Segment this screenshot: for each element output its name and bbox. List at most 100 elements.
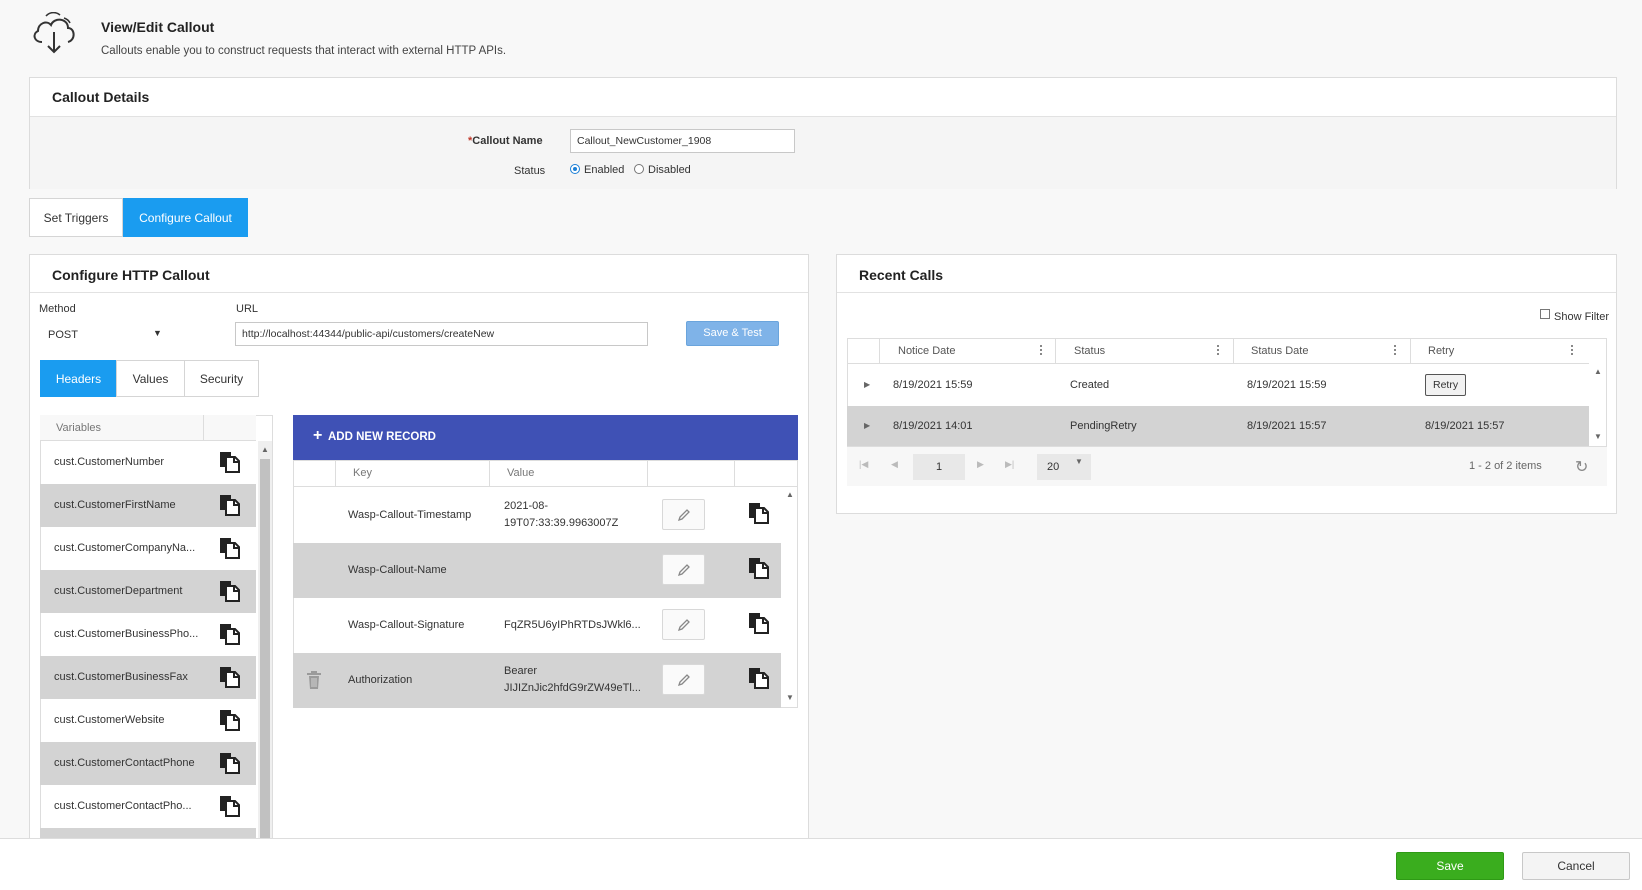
- call-row[interactable]: ▶ 8/19/2021 14:01 PendingRetry 8/19/2021…: [847, 406, 1589, 446]
- plus-icon: +: [313, 427, 323, 444]
- scroll-up-icon: ▲: [261, 445, 269, 454]
- edit-button[interactable]: [662, 554, 705, 585]
- copy-icon[interactable]: [218, 752, 240, 774]
- records-header: Key Value: [293, 460, 798, 487]
- edit-button[interactable]: [662, 609, 705, 640]
- column-menu-icon[interactable]: [1040, 345, 1043, 357]
- scroll-down-icon: ▼: [1594, 432, 1602, 441]
- call-row[interactable]: ▶ 8/19/2021 15:59 Created 8/19/2021 15:5…: [847, 365, 1589, 405]
- tab-security[interactable]: Security: [184, 360, 259, 397]
- variables-scrollbar[interactable]: ▲: [258, 441, 272, 839]
- column-divider: [335, 460, 336, 487]
- notice-date: 8/19/2021 15:59: [893, 379, 973, 391]
- last-page-icon[interactable]: ▶|: [1005, 459, 1014, 470]
- page-size-select[interactable]: 20 ▼: [1037, 454, 1091, 480]
- retry-date: 8/19/2021 15:57: [1425, 420, 1505, 432]
- next-page-icon[interactable]: ▶: [977, 459, 984, 470]
- variables-header: Variables: [40, 415, 256, 441]
- record-value: FqZR5U6yIPhRTDsJWkl6...: [504, 619, 641, 631]
- method-select[interactable]: POST ▼: [39, 322, 169, 346]
- column-divider: [203, 415, 204, 441]
- copy-icon[interactable]: [218, 709, 240, 731]
- status-date-column-header[interactable]: Status Date: [1251, 338, 1308, 364]
- pager: |◀ ◀ 1 ▶ ▶| 20 ▼ 1 - 2 of 2 items ↻: [847, 446, 1607, 486]
- status-disabled-label[interactable]: Disabled: [648, 164, 691, 176]
- retry-button[interactable]: Retry: [1425, 374, 1467, 396]
- expand-row-icon[interactable]: ▶: [864, 365, 870, 405]
- edit-button[interactable]: [662, 664, 705, 695]
- trash-icon[interactable]: [306, 670, 322, 693]
- copy-icon[interactable]: [218, 580, 240, 602]
- record-row[interactable]: Wasp-Callout-Name: [293, 543, 781, 598]
- notice-date: 8/19/2021 14:01: [893, 420, 973, 432]
- callout-details-body: [30, 116, 1616, 189]
- record-value: Bearer: [504, 665, 538, 677]
- tab-configure-callout[interactable]: Configure Callout: [123, 198, 248, 237]
- page-title: View/Edit Callout: [101, 19, 215, 35]
- tab-headers[interactable]: Headers: [40, 360, 117, 397]
- column-menu-icon[interactable]: [1217, 345, 1220, 357]
- status-date: 8/19/2021 15:57: [1247, 420, 1327, 432]
- callout-name-label-text: Callout Name: [472, 135, 543, 147]
- copy-icon[interactable]: [747, 557, 769, 579]
- pencil-icon: [677, 619, 690, 632]
- variable-label: cust.CustomerBusinessFax: [54, 671, 188, 683]
- panel-divider: [837, 292, 1616, 293]
- column-divider: [734, 460, 735, 487]
- copy-icon[interactable]: [747, 667, 769, 689]
- copy-icon[interactable]: [218, 537, 240, 559]
- record-row[interactable]: Wasp-Callout-Timestamp 2021-08- 19T07:33…: [293, 488, 781, 543]
- copy-icon[interactable]: [747, 502, 769, 524]
- tab-values[interactable]: Values: [116, 360, 185, 397]
- scrollbar-thumb[interactable]: [260, 459, 270, 839]
- current-page[interactable]: 1: [913, 454, 965, 480]
- copy-icon[interactable]: [218, 666, 240, 688]
- column-divider: [1410, 338, 1411, 364]
- chevron-down-icon: ▼: [153, 328, 162, 338]
- page-size-value: 20: [1047, 461, 1060, 473]
- column-menu-icon[interactable]: [1571, 345, 1574, 357]
- add-new-record-button[interactable]: + ADD NEW RECORD: [293, 415, 798, 460]
- records-scrollbar[interactable]: ▲ ▼: [783, 488, 797, 707]
- pencil-icon: [677, 674, 690, 687]
- url-label: URL: [236, 303, 259, 315]
- recent-calls-scrollbar[interactable]: ▲ ▼: [1591, 365, 1606, 446]
- status-label: Status: [514, 165, 546, 177]
- copy-icon[interactable]: [218, 795, 240, 817]
- show-filter-label[interactable]: Show Filter: [1554, 311, 1609, 323]
- status-enabled-label[interactable]: Enabled: [584, 164, 624, 176]
- copy-icon[interactable]: [218, 623, 240, 645]
- status-column-header[interactable]: Status: [1074, 338, 1105, 364]
- record-row[interactable]: Wasp-Callout-Signature FqZR5U6yIPhRTDsJW…: [293, 598, 781, 653]
- status-enabled-radio[interactable]: [570, 164, 580, 174]
- pencil-icon: [677, 564, 690, 577]
- column-divider: [1233, 338, 1234, 364]
- notice-date-column-header[interactable]: Notice Date: [898, 338, 955, 364]
- call-status: PendingRetry: [1070, 420, 1137, 432]
- save-button[interactable]: Save: [1396, 852, 1504, 880]
- record-value: 19T07:33:39.9963007Z: [504, 517, 619, 529]
- cancel-button[interactable]: Cancel: [1522, 852, 1630, 880]
- status-disabled-radio[interactable]: [634, 164, 644, 174]
- tab-set-triggers[interactable]: Set Triggers: [29, 198, 123, 237]
- callout-name-input[interactable]: Callout_NewCustomer_1908: [570, 129, 795, 153]
- method-label: Method: [39, 303, 76, 315]
- expand-row-icon[interactable]: ▶: [864, 406, 870, 446]
- column-menu-icon[interactable]: [1394, 345, 1397, 357]
- save-test-button[interactable]: Save & Test: [686, 321, 779, 346]
- retry-column-header[interactable]: Retry: [1428, 338, 1454, 364]
- refresh-icon[interactable]: ↻: [1575, 457, 1588, 477]
- first-page-icon[interactable]: |◀: [859, 459, 868, 470]
- record-key: Wasp-Callout-Name: [348, 564, 447, 576]
- copy-icon[interactable]: [218, 451, 240, 473]
- key-column-header: Key: [353, 467, 372, 479]
- copy-icon[interactable]: [747, 612, 769, 634]
- copy-icon[interactable]: [218, 494, 240, 516]
- record-key: Wasp-Callout-Signature: [348, 619, 465, 631]
- edit-button[interactable]: [662, 499, 705, 530]
- record-row[interactable]: Authorization Bearer JIJIZnJic2hfdG9rZW4…: [293, 653, 781, 708]
- variables-header-label: Variables: [56, 422, 102, 434]
- prev-page-icon[interactable]: ◀: [891, 459, 898, 470]
- url-input[interactable]: http://localhost:44344/public-api/custom…: [235, 322, 648, 346]
- show-filter-checkbox[interactable]: [1540, 309, 1550, 319]
